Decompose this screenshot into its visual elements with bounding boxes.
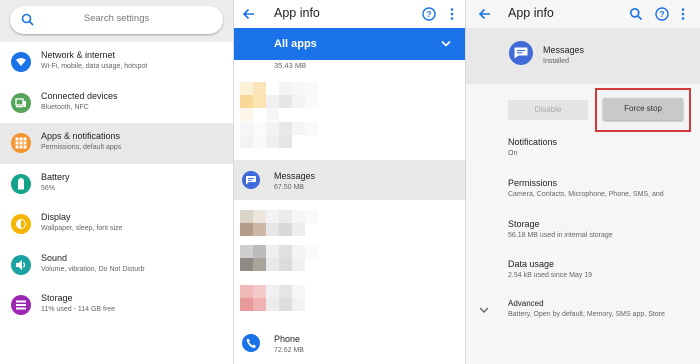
wifi-icon bbox=[11, 52, 31, 72]
settings-item-network[interactable]: Network & internet Wi-Fi, mobile, data u… bbox=[0, 42, 233, 83]
back-arrow-icon[interactable] bbox=[478, 7, 492, 21]
settings-item-subtitle: Permissions, default apps bbox=[41, 144, 122, 151]
settings-item-title: Sound bbox=[41, 252, 68, 263]
pref-title: Data usage bbox=[508, 259, 555, 269]
pref-title: Notifications bbox=[508, 137, 558, 147]
devices-icon bbox=[11, 92, 31, 113]
app-size: 72.62 MB bbox=[274, 347, 304, 354]
search-icon[interactable] bbox=[629, 7, 643, 21]
messages-icon bbox=[509, 41, 533, 65]
highlight-box: Force stop bbox=[595, 88, 691, 132]
phone-icon bbox=[242, 334, 260, 352]
pref-subtitle: Battery, Open by default, Memory, SMS ap… bbox=[508, 311, 665, 318]
settings-item-subtitle: Wallpaper, sleep, font size bbox=[41, 225, 123, 232]
pref-subtitle: Camera, Contacts, Microphone, Phone, SMS… bbox=[508, 191, 664, 198]
app-name: Messages bbox=[274, 171, 316, 181]
app-list-panel: App info ? All apps 35.43 MB Messages 67… bbox=[234, 0, 465, 364]
force-stop-button[interactable]: Force stop bbox=[603, 98, 683, 120]
chevron-down-icon bbox=[441, 40, 451, 47]
settings-item-title: Battery bbox=[41, 171, 70, 182]
app-row-messages[interactable]: Messages 67.50 MB bbox=[234, 160, 465, 200]
more-vert-icon[interactable] bbox=[450, 7, 454, 21]
svg-text:?: ? bbox=[659, 9, 664, 19]
app-bar: App info ? bbox=[466, 0, 700, 28]
pref-title: Advanced bbox=[508, 299, 544, 308]
settings-item-subtitle: Bluetooth, NFC bbox=[41, 103, 89, 111]
brightness-icon bbox=[11, 214, 31, 234]
settings-item-battery[interactable]: Battery 56% bbox=[0, 164, 233, 205]
app-name: Phone bbox=[274, 334, 301, 344]
storage-icon bbox=[11, 295, 31, 315]
settings-item-title: Network & internet bbox=[41, 50, 116, 60]
help-icon[interactable]: ? bbox=[655, 7, 669, 21]
more-vert-icon[interactable] bbox=[681, 7, 685, 21]
app-bar: App info ? bbox=[234, 0, 465, 28]
app-row-phone[interactable]: Phone 72.62 MB bbox=[234, 326, 465, 364]
pref-subtitle: 2.54 kB used since May 19 bbox=[508, 272, 593, 279]
settings-item-sound[interactable]: Sound Volume, vibration, Do Not Disturb bbox=[0, 245, 233, 286]
page-title: App info bbox=[508, 6, 554, 20]
pref-title: Storage bbox=[508, 219, 540, 229]
settings-item-connected-devices[interactable]: Connected devices Bluetooth, NFC bbox=[0, 83, 233, 124]
apps-icon bbox=[11, 133, 31, 153]
settings-item-storage[interactable]: Storage 11% used - 114 GB free bbox=[0, 285, 233, 326]
app-header: Messages Installed bbox=[466, 28, 700, 84]
filter-label: All apps bbox=[274, 38, 317, 50]
settings-item-title: Storage bbox=[41, 293, 73, 303]
svg-text:?: ? bbox=[426, 9, 431, 19]
settings-item-display[interactable]: Display Wallpaper, sleep, font size bbox=[0, 204, 233, 245]
help-icon[interactable]: ? bbox=[422, 7, 436, 21]
battery-icon bbox=[11, 173, 31, 194]
pref-subtitle: 56.18 MB used in internal storage bbox=[508, 232, 613, 239]
search-input[interactable]: Search settings bbox=[10, 13, 223, 24]
settings-item-subtitle: Volume, vibration, Do Not Disturb bbox=[41, 265, 145, 273]
settings-item-subtitle: 11% used - 114 GB free bbox=[41, 306, 116, 313]
app-size: 67.50 MB bbox=[274, 184, 304, 191]
settings-item-title: Apps & notifications bbox=[41, 131, 121, 141]
app-info-panel: App info ? Messages Installed Disable Fo… bbox=[466, 0, 700, 364]
pref-title: Permissions bbox=[508, 178, 558, 188]
settings-item-apps-notifications[interactable]: Apps & notifications Permissions, defaul… bbox=[0, 123, 233, 164]
chevron-down-icon bbox=[479, 307, 489, 313]
volume-icon bbox=[11, 254, 31, 275]
settings-item-subtitle: 56% bbox=[41, 184, 56, 192]
app-status: Installed bbox=[543, 58, 570, 65]
back-arrow-icon[interactable] bbox=[242, 7, 256, 21]
messages-icon bbox=[242, 171, 260, 189]
search-bar[interactable]: Search settings bbox=[10, 6, 223, 34]
disable-button[interactable]: Disable bbox=[508, 100, 588, 120]
app-size: 35.43 MB bbox=[274, 61, 307, 70]
settings-item-title: Connected devices bbox=[41, 90, 118, 101]
app-filter-dropdown[interactable]: All apps bbox=[234, 28, 465, 60]
pref-subtitle: On bbox=[508, 150, 518, 157]
settings-item-subtitle: Wi-Fi, mobile, data usage, hotspot bbox=[41, 63, 148, 70]
settings-item-title: Display bbox=[41, 212, 71, 222]
app-name: Messages bbox=[543, 45, 585, 55]
settings-panel: Search settings Network & internet Wi-Fi… bbox=[0, 0, 233, 364]
page-title: App info bbox=[274, 6, 320, 20]
search-area: Search settings bbox=[0, 0, 233, 42]
